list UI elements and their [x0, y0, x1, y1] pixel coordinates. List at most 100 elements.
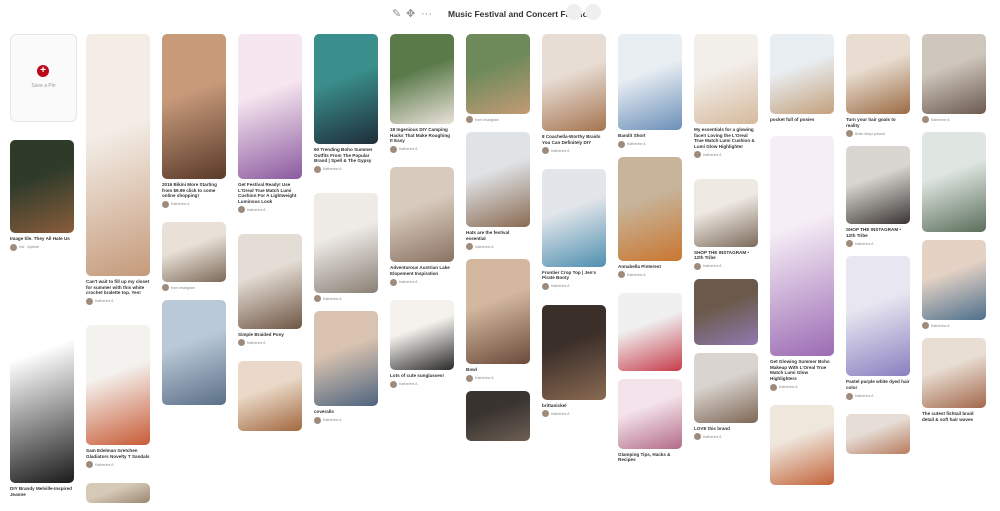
avatar[interactable]	[314, 165, 321, 173]
pin-card[interactable]: Bandit Short Katherine A	[618, 34, 682, 148]
pin-image[interactable]	[694, 278, 758, 345]
pin-card[interactable]: from Instagram	[466, 34, 530, 123]
pin-card[interactable]: 60 Trending Boho Summer Outfits From The…	[314, 34, 378, 173]
pin-card[interactable]: Pastel purple white dyed hair color Kathe…	[846, 256, 910, 400]
pin-card[interactable]	[162, 300, 226, 406]
pin-card[interactable]: Bowl Katherine A	[466, 259, 530, 382]
pin-card[interactable]: My essentials for a glowing face!! Lovin…	[694, 34, 758, 159]
pin-card[interactable]	[618, 292, 682, 371]
pin-card[interactable]	[770, 405, 834, 486]
avatar[interactable]	[10, 243, 17, 251]
pin-image[interactable]	[238, 233, 302, 329]
pin-card[interactable]	[846, 414, 910, 455]
avatar[interactable]	[922, 116, 929, 123]
avatar[interactable]	[86, 461, 93, 469]
plus-icon[interactable]: +	[37, 65, 49, 77]
avatar[interactable]	[542, 410, 549, 418]
avatar[interactable]	[694, 151, 701, 159]
avatar[interactable]	[542, 282, 549, 290]
pin-card[interactable]: SHOP THE INSTAGRAM • 12th Tribe Katherine…	[694, 178, 758, 270]
pin-card[interactable]: Image tile. They All Hate Us Kat · Ayelia…	[10, 140, 74, 251]
avatar[interactable]	[466, 116, 473, 123]
avatar[interactable]	[314, 416, 321, 424]
pin-card[interactable]: 2016 Bikini More Starting from $9.99 cli…	[162, 34, 226, 208]
pin-image[interactable]	[846, 146, 910, 225]
pin-card[interactable]: coveralls Katherine A	[314, 311, 378, 424]
pin-card[interactable]: Hats are the festival essential Katherine…	[466, 132, 530, 251]
pin-image[interactable]	[618, 34, 682, 130]
pin-card[interactable]: SHOP THE INSTAGRAM • 12th Tribe Katherine…	[846, 146, 910, 248]
avatar[interactable]	[466, 374, 473, 382]
pin-card[interactable]: DIY Brandy Melville-Inspired Jeanne	[10, 265, 74, 497]
avatar[interactable]	[238, 339, 245, 347]
pin-image[interactable]	[238, 34, 302, 179]
pin-image[interactable]	[162, 34, 226, 179]
pin-card[interactable]: Frontier Crop Top | Jen's Pirate Booty Ka…	[542, 168, 606, 290]
pin-image[interactable]	[542, 304, 606, 400]
avatar[interactable]	[770, 383, 777, 391]
pin-image[interactable]	[542, 34, 606, 131]
pin-image[interactable]	[314, 193, 378, 293]
pin-image[interactable]	[618, 378, 682, 449]
pin-image[interactable]	[238, 360, 302, 431]
pin-image[interactable]	[86, 34, 150, 276]
pin-card[interactable]: 8 Coachella-Worthy Braids You Can Defini…	[542, 34, 606, 155]
pin-card[interactable]: 18 Ingenious DIY Camping Hacks That Make…	[390, 34, 454, 153]
collaborator-avatar[interactable]	[566, 4, 582, 20]
pin-image[interactable]	[466, 34, 530, 114]
pin-card[interactable]: The cutest fishtail braid detail & soft …	[922, 338, 986, 422]
pin-card[interactable]: Turn your hair goals to reality Brian May…	[846, 34, 910, 138]
pin-image[interactable]	[10, 140, 74, 233]
avatar[interactable]	[694, 433, 701, 441]
ellipsis-icon[interactable]: ···	[421, 8, 432, 20]
pin-card[interactable]	[238, 360, 302, 431]
move-arrows-icon[interactable]: ✥	[406, 8, 415, 20]
pin-card[interactable]: Get Festival Ready! Use L'Oreal True Mat…	[238, 34, 302, 214]
pin-card[interactable]: LOVE this brand Katherine A	[694, 352, 758, 441]
pin-card[interactable]: pocket full of posies	[770, 34, 834, 123]
pin-image[interactable]	[846, 414, 910, 455]
pin-image[interactable]	[846, 256, 910, 377]
pin-image[interactable]	[466, 259, 530, 365]
avatar[interactable]	[162, 200, 169, 208]
avatar[interactable]	[542, 147, 549, 155]
pin-card[interactable]: brittanickel Katherine A	[542, 304, 606, 418]
pin-image[interactable]	[162, 300, 226, 406]
avatar[interactable]	[846, 392, 853, 400]
avatar[interactable]	[922, 322, 929, 329]
pin-image[interactable]	[922, 34, 986, 114]
pin-image[interactable]	[770, 34, 834, 114]
pin-image[interactable]	[846, 34, 910, 114]
pin-image[interactable]	[390, 167, 454, 263]
pin-image[interactable]	[314, 311, 378, 406]
pin-card[interactable]	[694, 278, 758, 345]
avatar[interactable]	[846, 130, 853, 138]
pin-image[interactable]	[10, 265, 74, 484]
collaborator-avatar[interactable]	[585, 4, 601, 20]
pin-card[interactable]: Get Glowing Summer Boho Makeup With L'Or…	[770, 136, 834, 391]
avatar[interactable]	[86, 297, 93, 305]
avatar[interactable]	[466, 243, 473, 251]
pin-card[interactable]	[922, 132, 986, 232]
avatar[interactable]	[314, 295, 321, 302]
avatar[interactable]	[162, 284, 169, 292]
pin-image[interactable]	[390, 34, 454, 124]
pin-card[interactable]	[86, 482, 150, 503]
pin-card[interactable]: Adventurous Austrian Lake Elopement Insp…	[390, 167, 454, 286]
pin-image[interactable]	[694, 34, 758, 124]
pin-image[interactable]	[694, 352, 758, 423]
avatar[interactable]	[390, 145, 397, 153]
avatar[interactable]	[618, 271, 625, 279]
pin-card[interactable]: from Instagram	[162, 222, 226, 292]
avatar[interactable]	[390, 380, 397, 388]
pin-image[interactable]	[162, 222, 226, 283]
pin-card[interactable]: Simple Braided Pony Katherine A	[238, 233, 302, 347]
pin-card[interactable]: Can't wait to fill up my closet for summ…	[86, 34, 150, 305]
pin-image[interactable]	[618, 156, 682, 261]
pin-image[interactable]	[922, 338, 986, 408]
pin-card[interactable]: Katherine A	[314, 193, 378, 302]
pin-image[interactable]	[390, 300, 454, 371]
save-pin-card[interactable]: + Save a Pin	[10, 34, 77, 122]
pin-card[interactable]	[466, 390, 530, 441]
pin-image[interactable]	[466, 132, 530, 227]
